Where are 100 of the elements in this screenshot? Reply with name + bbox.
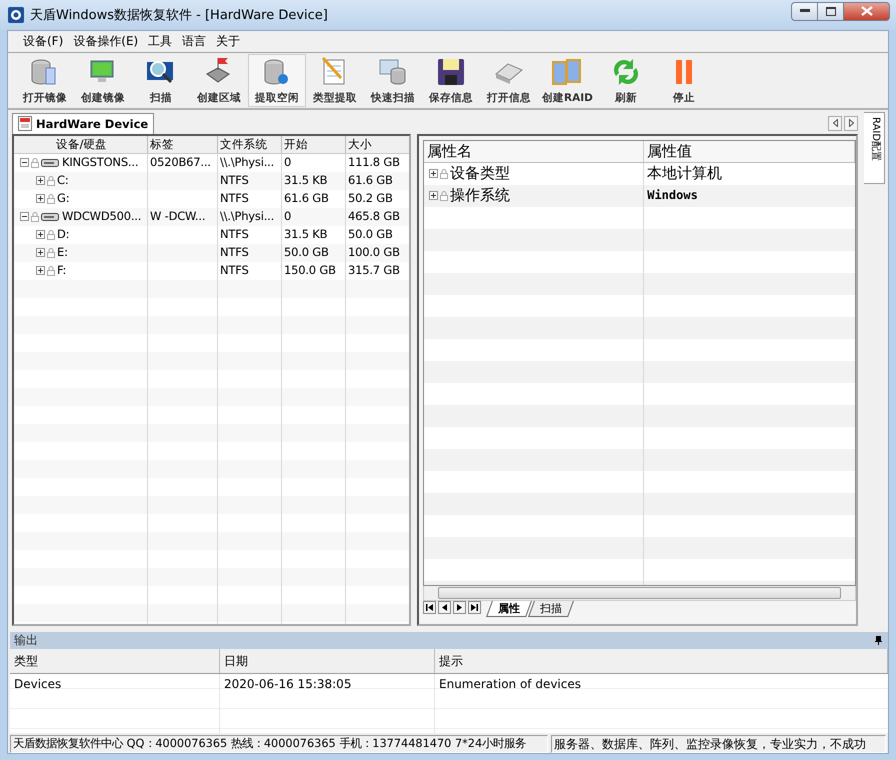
menu-item[interactable]: 语言 — [177, 32, 212, 50]
table-cell-text: \\.\Physi... — [219, 208, 276, 225]
expand-icon[interactable] — [36, 248, 45, 258]
table-cell-text: 0 — [283, 154, 292, 171]
property-name[interactable]: 设备类型 — [450, 163, 510, 184]
close-button[interactable] — [844, 2, 890, 20]
menu-item[interactable]: 设备操作(E) — [68, 32, 144, 50]
scroll-right-button[interactable] — [844, 116, 858, 131]
lock-icon — [47, 230, 55, 240]
toolbar-button[interactable]: 保存信息 — [422, 54, 480, 107]
table-cell[interactable]: F: — [57, 262, 66, 280]
toolbar-button[interactable]: 创建镜像 — [74, 54, 132, 107]
table-cell-text: 111.8 GB — [347, 154, 401, 171]
lock-icon — [31, 158, 39, 168]
horizontal-scrollbar[interactable] — [423, 586, 856, 601]
expand-icon[interactable] — [36, 266, 45, 276]
column-header[interactable]: 标签 — [148, 136, 218, 153]
toolbar-button[interactable]: 刷新 — [596, 54, 655, 107]
menu-item[interactable]: 工具 — [143, 32, 178, 50]
expand-icon[interactable] — [36, 194, 45, 204]
table-cell[interactable]: C: — [57, 172, 69, 190]
collapse-icon[interactable] — [20, 212, 29, 222]
column-header[interactable]: 大小 — [346, 136, 410, 153]
lock-icon — [47, 266, 55, 276]
lock-icon — [440, 168, 448, 179]
table-cell-text: NTFS — [219, 172, 250, 189]
collapse-icon[interactable] — [20, 158, 29, 168]
expand-icon[interactable] — [36, 176, 45, 186]
table-cell-text: 61.6 GB — [283, 190, 330, 207]
previous-button[interactable] — [438, 600, 452, 614]
column-header[interactable]: 日期 — [220, 649, 435, 673]
lock-icon — [47, 248, 55, 258]
table-cell-text: \\.\Physi... — [219, 154, 276, 171]
maximize-icon — [826, 6, 836, 16]
table-cell[interactable]: WDCWD500... — [62, 208, 142, 226]
toolbar-button[interactable]: 停止 — [654, 54, 713, 107]
column-header[interactable]: 属性值 — [644, 140, 856, 162]
column-header[interactable]: 文件系统 — [218, 136, 282, 153]
expand-icon[interactable] — [36, 230, 45, 240]
table-cell-text: NTFS — [219, 190, 250, 207]
column-header[interactable]: 提示 — [435, 649, 888, 673]
right-triangle-icon — [848, 119, 854, 128]
property-value: 本地计算机 — [646, 162, 724, 184]
menu-item[interactable]: 关于 — [211, 32, 246, 50]
table-cell-text: 2020-06-16 15:38:05 — [223, 676, 352, 693]
toolbar-button[interactable]: 打开信息 — [480, 54, 538, 107]
minimize-icon — [800, 9, 810, 13]
left-triangle-icon — [832, 119, 838, 128]
toolbar-button[interactable]: 打开镜像 — [16, 54, 74, 107]
table-cell[interactable]: D: — [57, 226, 70, 244]
table-cell-text: 50.0 GB — [347, 226, 394, 243]
table-cell-text: NTFS — [219, 244, 250, 261]
table-cell[interactable]: E: — [57, 244, 68, 262]
table-cell-text: Devices — [13, 676, 62, 693]
property-name[interactable]: 操作系统 — [450, 185, 510, 206]
minimize-button[interactable] — [791, 2, 818, 20]
right-triangle-icon — [457, 604, 462, 611]
column-header[interactable]: 设备/硬盘 — [14, 136, 148, 153]
table-cell-text: 315.7 GB — [347, 262, 401, 279]
table-cell-text: 0 — [283, 208, 292, 225]
table-cell-text: NTFS — [219, 226, 250, 243]
table-cell-text: 31.5 KB — [283, 172, 328, 189]
column-header[interactable]: 类型 — [10, 649, 220, 673]
lock-icon — [440, 190, 448, 201]
document-icon — [18, 116, 32, 132]
sheet-tab[interactable]: 扫描 — [528, 600, 574, 617]
table-cell-text: 50.0 GB — [283, 244, 330, 261]
toolbar-button[interactable]: 快速扫描 — [364, 54, 422, 107]
expand-icon[interactable] — [429, 191, 438, 200]
menu-item[interactable]: 设备(F) — [18, 32, 68, 50]
last-icon — [471, 604, 478, 611]
maximize-button[interactable] — [818, 2, 844, 20]
expand-icon[interactable] — [429, 169, 438, 178]
document-tab[interactable]: HardWare Device — [12, 112, 154, 134]
toolbar-button[interactable]: 类型提取 — [306, 54, 364, 107]
lock-icon — [31, 212, 39, 222]
table-cell-text: 61.6 GB — [347, 172, 394, 189]
toolbar-button[interactable]: 创建RAID — [538, 54, 597, 107]
pin-icon[interactable] — [875, 636, 882, 645]
sheet-tab[interactable]: 属性 — [486, 600, 532, 617]
panel-title: 输出 — [14, 632, 39, 649]
table-cell[interactable]: G: — [57, 190, 70, 208]
lock-icon — [47, 176, 55, 186]
property-value: Windows — [646, 186, 699, 204]
table-cell-text: 0520B67... — [149, 154, 212, 171]
table-cell[interactable]: KINGSTONS... — [62, 154, 138, 172]
table-cell-text: W -DCW... — [149, 208, 206, 225]
column-header[interactable]: 属性名 — [424, 140, 644, 162]
column-header[interactable]: 开始 — [282, 136, 346, 153]
toolbar-button[interactable]: 扫描 — [132, 54, 190, 107]
toolbar-button[interactable]: 提取空闲 — [248, 54, 306, 107]
first-button[interactable] — [423, 600, 436, 614]
next-button[interactable] — [453, 600, 466, 614]
table-cell-text: 31.5 KB — [283, 226, 328, 243]
side-tab[interactable]: RAID配置 — [864, 112, 886, 184]
last-button[interactable] — [468, 600, 482, 614]
lock-icon — [47, 194, 55, 204]
table-cell-text: NTFS — [219, 262, 250, 279]
scroll-left-button[interactable] — [828, 116, 842, 131]
toolbar-button[interactable]: 创建区域 — [190, 54, 248, 107]
